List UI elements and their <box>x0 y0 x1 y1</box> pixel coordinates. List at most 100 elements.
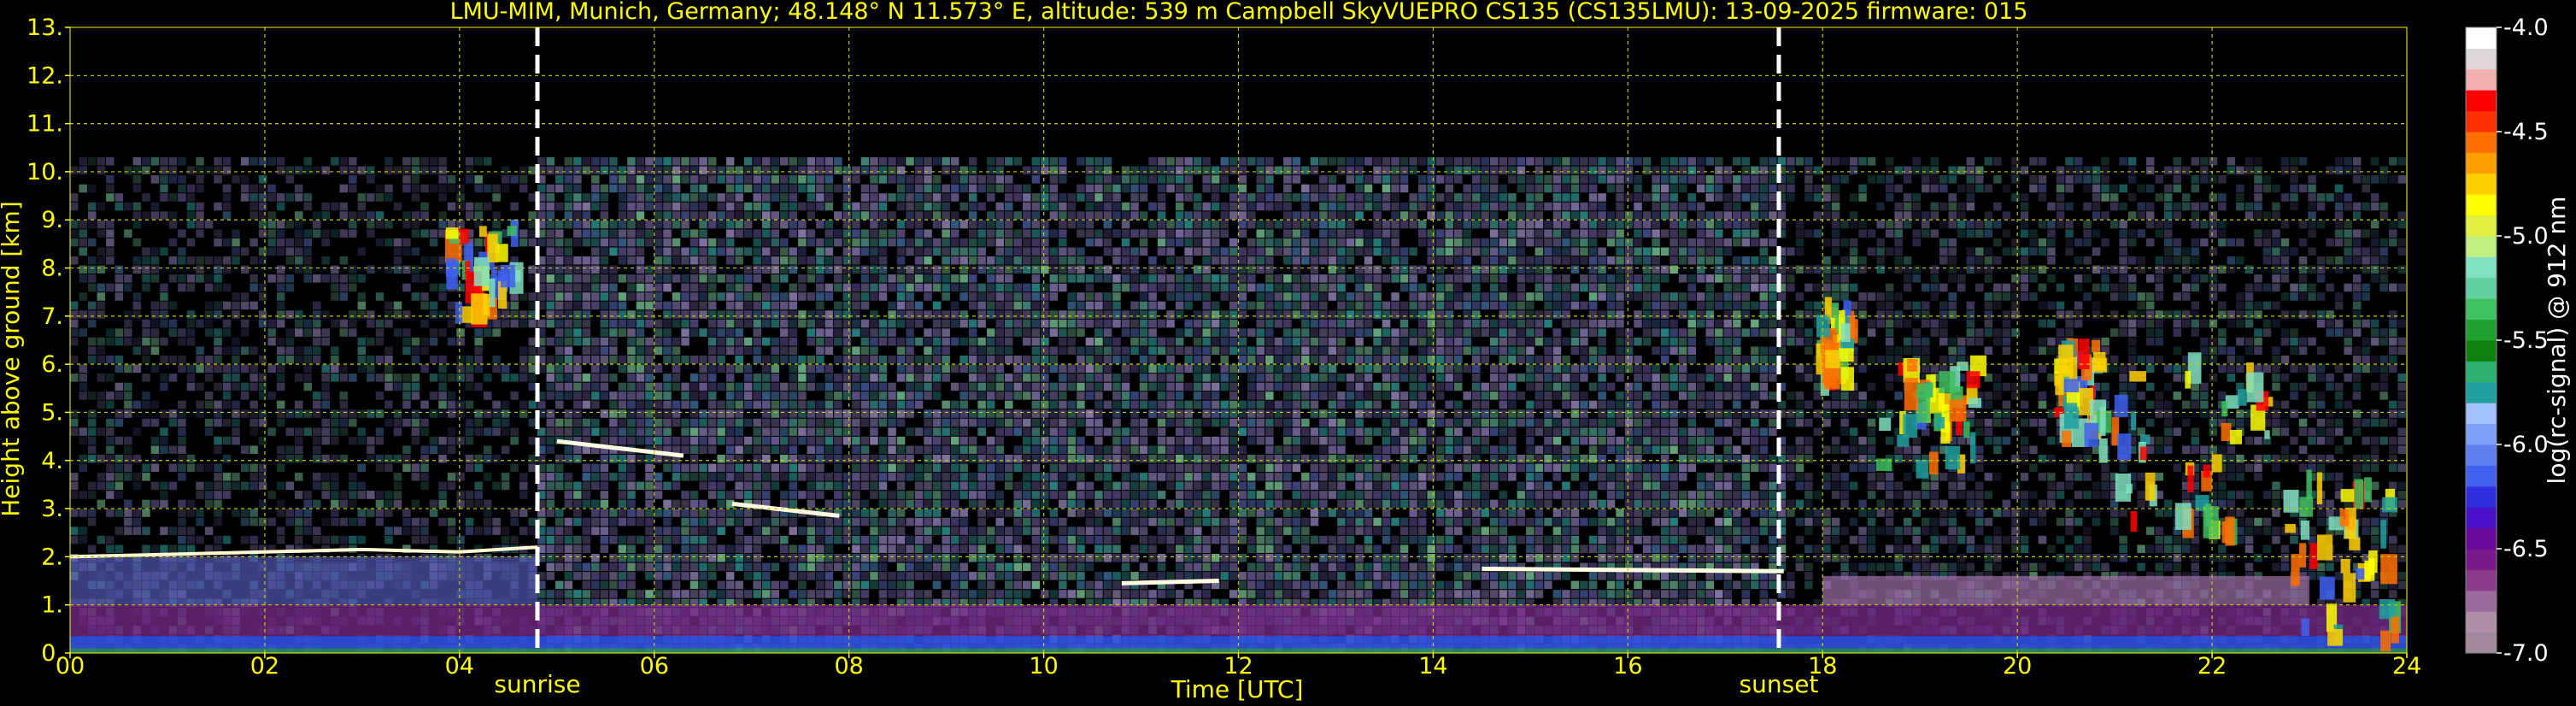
noise-cell <box>1157 455 1166 463</box>
noise-cell <box>564 473 573 481</box>
noise-cell <box>1023 202 1031 211</box>
noise-cell <box>896 220 906 229</box>
noise-cell <box>411 292 420 301</box>
noise-cell <box>240 391 249 400</box>
noise-cell <box>564 166 573 175</box>
noise-cell <box>762 356 771 364</box>
noise-cell <box>870 157 878 166</box>
noise-cell <box>249 374 258 382</box>
noise-cell <box>878 400 888 409</box>
noise-cell <box>942 166 950 175</box>
noise-cell <box>1005 265 1013 274</box>
noise-cell <box>609 374 618 382</box>
noise-cell <box>842 175 852 184</box>
noise-cell <box>753 572 761 580</box>
noise-cell <box>70 418 79 427</box>
noise-cell <box>753 346 761 355</box>
noise-cell <box>888 301 896 310</box>
noise-cell <box>1049 319 1059 328</box>
noise-cell <box>762 184 771 193</box>
noise-cell <box>1094 328 1103 337</box>
noise-cell <box>214 328 222 337</box>
noise-cell <box>178 517 186 527</box>
noise-cell <box>717 220 725 229</box>
noise-cell <box>816 554 824 562</box>
noise-cell <box>402 247 411 256</box>
noise-cell <box>349 283 357 292</box>
noise-cell <box>1112 544 1121 553</box>
noise-cell <box>1139 193 1148 202</box>
noise-cell <box>1059 481 1067 491</box>
noise-cell <box>807 418 816 427</box>
noise-cell <box>816 445 824 454</box>
noise-cell <box>573 418 582 427</box>
noise-cell <box>860 319 870 328</box>
noise-cell <box>1166 572 1175 580</box>
noise-cell <box>1112 554 1121 562</box>
noise-cell <box>1175 481 1184 491</box>
noise-cell <box>573 256 582 265</box>
noise-cell <box>1049 184 1059 193</box>
noise-cell <box>1067 256 1077 265</box>
noise-cell <box>816 301 824 310</box>
noise-cell <box>492 356 501 364</box>
noise-cell <box>699 364 707 374</box>
noise-cell <box>555 473 564 481</box>
noise-cell <box>852 499 860 509</box>
noise-cell <box>780 463 789 473</box>
noise-cell <box>645 337 654 346</box>
noise-cell <box>88 265 97 274</box>
noise-cell <box>483 427 492 436</box>
noise-cell <box>384 166 393 175</box>
noise-cell <box>860 517 870 527</box>
noise-cell <box>483 202 492 211</box>
noise-cell <box>672 346 681 355</box>
noise-cell <box>743 220 753 229</box>
noise-cell <box>591 247 600 256</box>
noise-cell <box>214 356 222 364</box>
noise-cell <box>555 554 564 562</box>
noise-cell <box>88 202 97 211</box>
noise-cell <box>627 382 636 391</box>
noise-cell <box>942 572 950 580</box>
noise-cell <box>88 409 97 418</box>
noise-cell <box>842 590 852 598</box>
noise-cell <box>1130 175 1139 184</box>
noise-cell <box>420 184 429 193</box>
noise-cell <box>546 238 555 247</box>
noise-cell <box>762 400 771 409</box>
noise-cell <box>771 310 779 319</box>
noise-cell <box>995 256 1004 265</box>
noise-cell <box>528 319 537 328</box>
noise-cell <box>735 166 743 175</box>
noise-cell <box>627 256 636 265</box>
noise-cell <box>124 319 132 328</box>
noise-cell <box>232 400 240 409</box>
noise-cell <box>627 229 636 238</box>
noise-cell <box>1112 356 1121 364</box>
noise-cell <box>1157 572 1166 580</box>
noise-cell <box>232 238 240 247</box>
noise-cell <box>753 175 761 184</box>
noise-cell <box>717 400 725 409</box>
noise-cell <box>762 445 771 454</box>
plot-area <box>69 26 2408 654</box>
noise-cell <box>932 572 942 580</box>
noise-cell <box>842 310 852 319</box>
noise-cell <box>950 256 959 265</box>
noise-cell <box>689 382 699 391</box>
noise-cell <box>591 382 600 391</box>
noise-cell <box>1085 463 1094 473</box>
noise-cell <box>1023 229 1031 238</box>
noise-cell <box>689 562 699 572</box>
noise-cell <box>276 374 285 382</box>
noise-cell <box>824 157 834 166</box>
noise-cell <box>573 455 582 463</box>
noise-cell <box>519 527 528 535</box>
noise-cell <box>798 418 807 427</box>
noise-cell <box>1085 517 1094 527</box>
noise-cell <box>699 382 707 391</box>
noise-cell <box>168 193 178 202</box>
noise-cell <box>609 572 618 580</box>
noise-cell <box>267 427 276 436</box>
